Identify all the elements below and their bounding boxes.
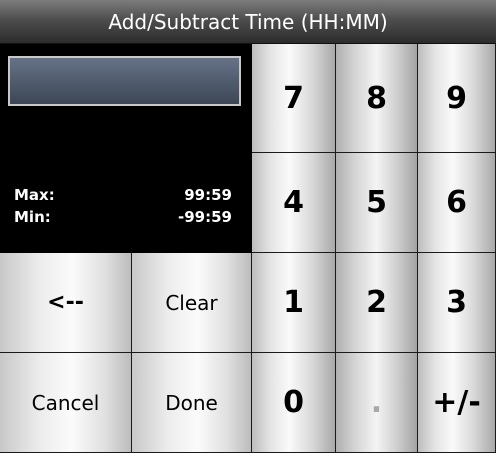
cancel-button[interactable]: Cancel	[0, 353, 132, 453]
done-button[interactable]: Done	[132, 353, 252, 453]
key-7-button[interactable]: 7	[252, 44, 336, 153]
key-2-button[interactable]: 2	[336, 253, 418, 353]
decimal-point-button[interactable]: .	[336, 353, 418, 453]
min-label: Min:	[14, 208, 51, 226]
backspace-button[interactable]: <--	[0, 253, 132, 353]
key-4-button[interactable]: 4	[252, 153, 336, 253]
dialog-title: Add/Subtract Time (HH:MM)	[0, 0, 496, 44]
max-label: Max:	[14, 186, 55, 204]
plus-minus-button[interactable]: +/-	[418, 353, 496, 453]
key-0-button[interactable]: 0	[252, 353, 336, 453]
time-entry-display[interactable]	[8, 56, 241, 106]
min-value: -99:59	[178, 208, 232, 226]
clear-button[interactable]: Clear	[132, 253, 252, 353]
key-5-button[interactable]: 5	[336, 153, 418, 253]
key-6-button[interactable]: 6	[418, 153, 496, 253]
key-1-button[interactable]: 1	[252, 253, 336, 353]
min-limit-row: Min: -99:59	[14, 208, 232, 226]
key-9-button[interactable]: 9	[418, 44, 496, 153]
max-limit-row: Max: 99:59	[14, 186, 232, 204]
key-3-button[interactable]: 3	[418, 253, 496, 353]
key-8-button[interactable]: 8	[336, 44, 418, 153]
max-value: 99:59	[184, 186, 232, 204]
